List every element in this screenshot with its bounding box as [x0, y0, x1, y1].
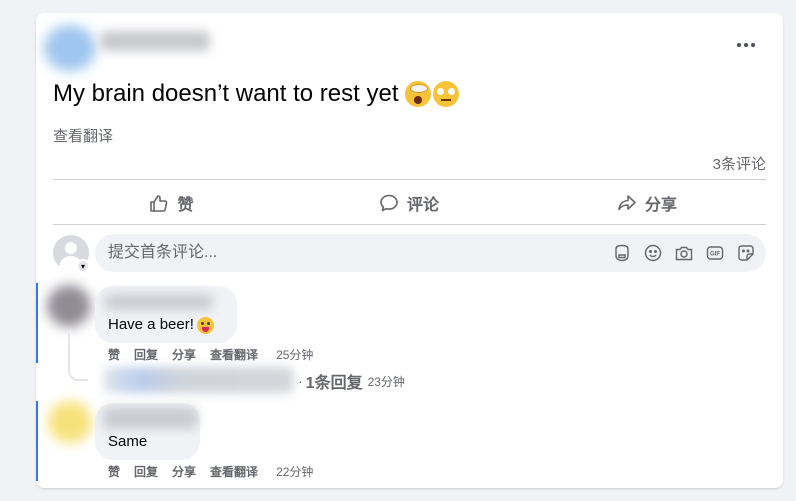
svg-text:GIF: GIF	[710, 251, 720, 257]
exploding-head-emoji	[404, 81, 431, 107]
more-options-icon[interactable]	[732, 35, 760, 55]
reply-thread-line	[68, 333, 88, 381]
comment-share-button[interactable]: 分享	[172, 346, 196, 363]
comment-translate-button[interactable]: 查看翻译	[210, 346, 258, 363]
comment-icon	[380, 194, 398, 212]
camera-icon[interactable]	[674, 243, 694, 263]
post-text: My brain doesn’t want to rest yet	[53, 80, 459, 108]
post-card: My brain doesn’t want to rest yet 查看翻译 3…	[36, 13, 783, 488]
comment-translate-button-2[interactable]: 查看翻译	[210, 463, 258, 480]
comment-count[interactable]: 3条评论	[713, 153, 766, 174]
share-label: 分享	[644, 197, 677, 214]
comment-timestamp-2[interactable]: 22分钟	[276, 463, 313, 480]
like-button[interactable]: 赞	[53, 181, 290, 225]
comment-text-2: Same	[108, 433, 148, 450]
comment-input[interactable]	[95, 234, 595, 272]
divider-bottom	[53, 224, 766, 225]
post-translate-link[interactable]: 查看翻译	[53, 125, 113, 146]
divider-top	[53, 179, 766, 180]
comment-actions-2: 赞 回复 分享 查看翻译 22分钟	[108, 463, 313, 480]
chevron-down-icon[interactable]: ▾	[76, 259, 90, 273]
thumbs-up-icon	[150, 195, 168, 212]
commenter-name-2[interactable]	[103, 407, 198, 429]
gif-icon[interactable]: GIF	[705, 243, 725, 263]
commenter-name[interactable]	[105, 294, 213, 310]
view-replies-row: · 1条回复 23分钟	[298, 369, 405, 393]
comment-reply-button[interactable]: 回复	[134, 346, 158, 363]
author-avatar[interactable]	[44, 25, 96, 71]
post-text-content: My brain doesn’t want to rest yet	[53, 80, 399, 107]
share-button[interactable]: 分享	[528, 181, 766, 225]
like-label: 赞	[177, 197, 194, 214]
comment-thread-indicator-2	[36, 401, 38, 481]
comment-text: Have a beer!	[108, 316, 214, 334]
comment-like-button-2[interactable]: 赞	[108, 463, 120, 480]
view-replies-link[interactable]: 1条回复	[306, 369, 363, 393]
comment-share-button-2[interactable]: 分享	[172, 463, 196, 480]
emoji-icon[interactable]	[643, 243, 663, 263]
comment-label: 评论	[406, 197, 439, 214]
share-arrow-icon	[618, 195, 636, 211]
comment-like-button[interactable]: 赞	[108, 346, 120, 363]
comment-timestamp[interactable]: 25分钟	[276, 346, 313, 363]
composer-icons: GIF	[612, 234, 756, 272]
comment-reply-button-2[interactable]: 回复	[134, 463, 158, 480]
author-name[interactable]	[100, 31, 210, 51]
commenter-avatar[interactable]	[47, 285, 91, 327]
comment-thread-indicator	[36, 283, 38, 363]
comment-bubble: Have a beer!	[95, 286, 237, 343]
comment-composer: GIF	[95, 234, 766, 272]
reply-timestamp[interactable]: 23分钟	[368, 373, 405, 390]
comment-text-content: Have a beer!	[108, 316, 194, 333]
winking-tongue-emoji	[196, 316, 214, 334]
avatar-sticker-icon[interactable]	[612, 243, 632, 263]
reply-separator: ·	[298, 373, 303, 389]
replier-avatar-and-name[interactable]	[104, 367, 294, 393]
comment-actions: 赞 回复 分享 查看翻译 25分钟	[108, 346, 313, 363]
eye-roll-emoji	[432, 81, 459, 107]
sticker-icon[interactable]	[736, 243, 756, 263]
comment-bubble-2: Same	[95, 403, 200, 460]
comment-button[interactable]: 评论	[290, 181, 528, 225]
commenter-avatar-2[interactable]	[48, 401, 92, 443]
